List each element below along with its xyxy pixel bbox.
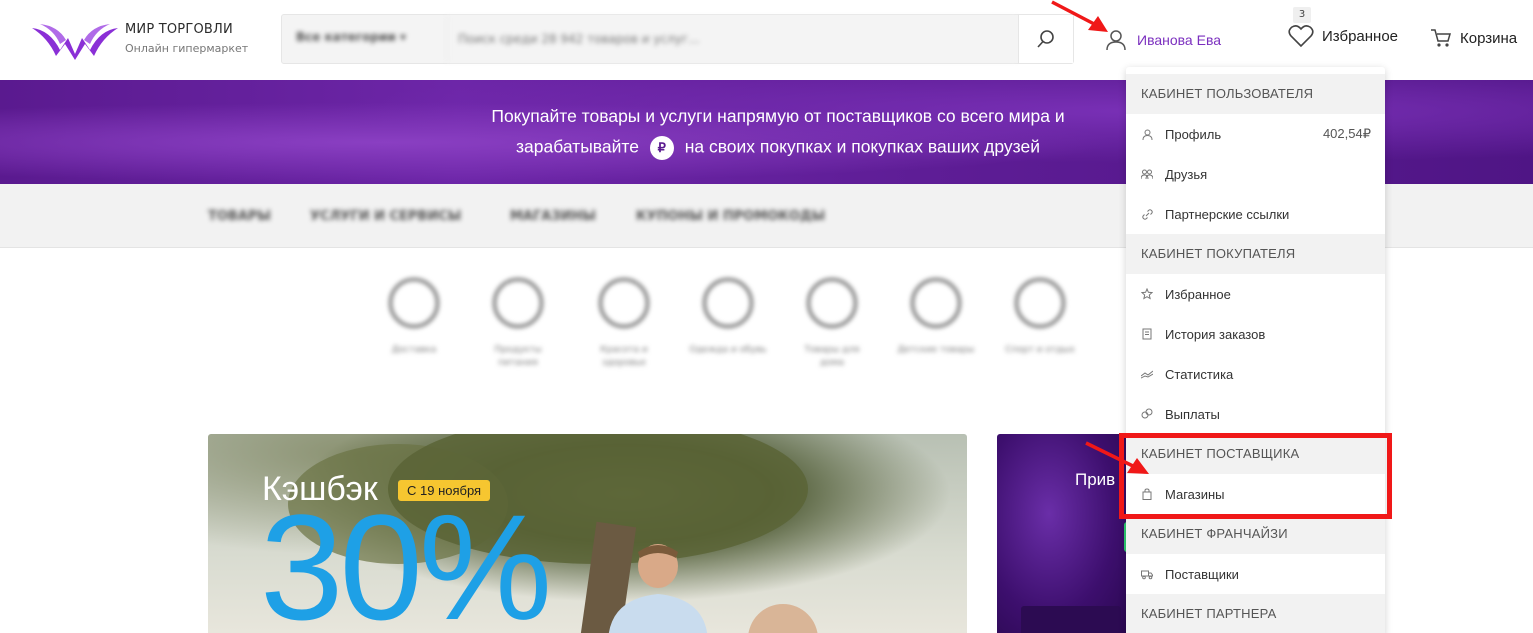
banner-text-earn: зарабатывайте — [515, 136, 639, 157]
dropdown-item-label: Статистика — [1165, 366, 1234, 382]
category-tile-label: Доставка — [391, 345, 437, 355]
dropdown-item-label: Поставщики — [1165, 566, 1239, 582]
star-icon — [1141, 288, 1153, 300]
ruble-icon: ₽ — [649, 136, 674, 160]
user-name: Иванова Ева — [1137, 32, 1222, 48]
balance-amount: 402,54₽ — [1322, 126, 1371, 141]
category-tile-home[interactable]: Товары для дома — [792, 278, 872, 370]
favorites-label: Избранное — [1322, 27, 1399, 45]
dropdown-item-profile[interactable]: Профиль 402,54₽ — [1126, 114, 1385, 154]
cart-icon — [1431, 29, 1451, 47]
dropdown-section-partner: КАБИНЕТ ПАРТНЕРА — [1126, 594, 1385, 633]
search-category-select[interactable]: Все категории ▾ — [296, 30, 406, 44]
category-tile-food[interactable]: Продукты питания — [478, 278, 558, 370]
logo-wings-icon[interactable] — [30, 20, 120, 60]
kids-icon — [911, 278, 961, 328]
favorites-link[interactable]: Избранное — [1288, 24, 1398, 48]
link-icon — [1141, 208, 1153, 220]
annotation-highlight-box — [1119, 433, 1392, 519]
category-tile-kids[interactable]: Детские товары — [896, 278, 976, 357]
cart-link[interactable]: Корзина — [1430, 27, 1517, 49]
cart-label: Корзина — [1460, 29, 1518, 47]
dropdown-item-label: Партнерские ссылки — [1165, 206, 1290, 222]
category-tile-label: Продукты питания — [494, 345, 542, 368]
promo-cashback-value: 30% — [260, 483, 552, 633]
clothes-icon — [703, 278, 753, 328]
dropdown-item-label: Друзья — [1165, 166, 1208, 182]
heart-icon — [1288, 25, 1314, 48]
history-icon — [1141, 328, 1153, 340]
annotation-arrow-icon — [1085, 441, 1149, 474]
dropdown-item-order-history[interactable]: История заказов — [1126, 314, 1385, 354]
catnav-item-services[interactable]: УСЛУГИ И СЕРВИСЫ — [310, 209, 461, 224]
chart-icon — [1141, 368, 1153, 380]
dropdown-section-user: КАБИНЕТ ПОЛЬЗОВАТЕЛЯ — [1126, 74, 1385, 114]
promo-photo-person — [748, 604, 818, 633]
category-tile-delivery[interactable]: Доставка — [374, 278, 454, 357]
dropdown-item-label: Профиль — [1165, 126, 1222, 142]
side-card-panel — [1021, 606, 1121, 633]
catnav-item-goods[interactable]: ТОВАРЫ — [208, 209, 271, 224]
category-tile-label: Товары для дома — [804, 345, 860, 368]
category-tile-label: Детские товары — [897, 345, 975, 355]
category-tile-sport[interactable]: Спорт и отдых — [1000, 278, 1080, 357]
dropdown-item-label: Выплаты — [1165, 406, 1220, 422]
user-account-dropdown: КАБИНЕТ ПОЛЬЗОВАТЕЛЯ Профиль 402,54₽ Дру… — [1126, 67, 1385, 633]
promo-photo-person — [608, 544, 708, 633]
category-tile-beauty[interactable]: Красота и здоровье — [584, 278, 664, 370]
dropdown-section-franchise: КАБИНЕТ ФРАНЧАЙЗИ — [1126, 514, 1385, 554]
logo-subtitle: Онлайн гипермаркет — [125, 42, 249, 55]
logo-title[interactable]: МИР ТОРГОВЛИ — [125, 22, 233, 37]
food-icon — [493, 278, 543, 328]
category-tile-label: Красота и здоровье — [600, 345, 648, 368]
delivery-icon — [389, 278, 439, 328]
dropdown-item-statistics[interactable]: Статистика — [1126, 354, 1385, 394]
suppliers-icon — [1141, 568, 1153, 580]
dropdown-item-favorites[interactable]: Избранное — [1126, 274, 1385, 314]
category-tile-label: Одежда и обувь — [689, 345, 767, 355]
cashback-promo-card[interactable]: Кэшбэк С 19 ноября 30% — [208, 434, 967, 633]
banner-text-rest: на своих покупках и покупках ваших друзе… — [684, 136, 1040, 157]
dropdown-section-buyer: КАБИНЕТ ПОКУПАТЕЛЯ — [1126, 234, 1385, 274]
payouts-icon — [1141, 408, 1153, 420]
dropdown-item-partner-links[interactable]: Партнерские ссылки — [1126, 194, 1385, 234]
dropdown-item-label: История заказов — [1165, 326, 1266, 342]
dropdown-item-friends[interactable]: Друзья — [1126, 154, 1385, 194]
category-tile-label: Спорт и отдых — [1005, 345, 1075, 355]
friends-icon — [1141, 168, 1153, 180]
catnav-item-coupons[interactable]: КУПОНЫ И ПРОМОКОДЫ — [636, 209, 825, 224]
category-tile-clothes[interactable]: Одежда и обувь — [688, 278, 768, 357]
dropdown-item-label: Избранное — [1165, 286, 1231, 302]
catnav-item-shops[interactable]: МАГАЗИНЫ — [510, 209, 596, 224]
user-icon — [1141, 128, 1153, 140]
search-input[interactable] — [447, 16, 1017, 62]
home-icon — [807, 278, 857, 328]
sport-icon — [1015, 278, 1065, 328]
beauty-icon — [599, 278, 649, 328]
dropdown-item-suppliers[interactable]: Поставщики — [1126, 554, 1385, 594]
favorites-count-badge: 3 — [1293, 7, 1311, 23]
dropdown-item-payouts[interactable]: Выплаты — [1126, 394, 1385, 434]
user-account-link[interactable]: Иванова Ева — [1105, 27, 1221, 53]
annotation-arrow-icon — [1051, 0, 1108, 32]
